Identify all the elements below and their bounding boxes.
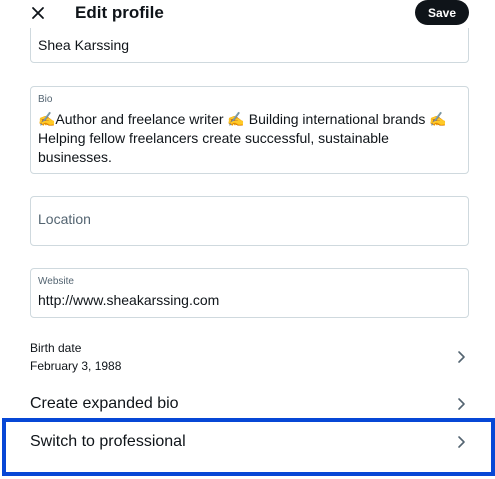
- location-field[interactable]: Location: [30, 196, 469, 246]
- chevron-right-icon: [458, 351, 465, 363]
- birth-date-value: February 3, 1988: [30, 359, 122, 373]
- location-placeholder: Location: [38, 211, 91, 227]
- save-button[interactable]: Save: [415, 0, 469, 25]
- website-label: Website: [38, 276, 74, 287]
- expanded-bio-label: Create expanded bio: [30, 395, 179, 412]
- chevron-right-icon: [458, 398, 465, 410]
- page-title: Edit profile: [75, 3, 164, 22]
- bio-line: Helping fellow freelancers create succes…: [38, 130, 389, 146]
- bio-text: ✍️Author and freelance writer ✍️ Buildin…: [38, 110, 463, 167]
- expanded-bio-row[interactable]: Create expanded bio: [30, 392, 470, 416]
- website-value: http://www.sheakarssing.com: [38, 292, 220, 308]
- bio-field[interactable]: Bio ✍️Author and freelance writer ✍️ Bui…: [30, 86, 469, 174]
- bio-line: businesses.: [38, 149, 112, 165]
- website-field[interactable]: Website http://www.sheakarssing.com: [30, 268, 469, 318]
- name-value: Shea Karssing: [38, 37, 130, 53]
- birth-date-row[interactable]: Birth date February 3, 1988: [30, 340, 470, 376]
- bio-label: Bio: [38, 94, 53, 105]
- birth-date-label: Birth date: [30, 341, 82, 355]
- switch-to-professional-row[interactable]: Switch to professional: [30, 430, 470, 454]
- close-button[interactable]: [24, 0, 52, 26]
- switch-to-professional-label: Switch to professional: [30, 433, 186, 450]
- close-icon: [32, 7, 44, 19]
- chevron-right-icon: [458, 436, 465, 448]
- header-bar: Edit profile Save: [0, 0, 495, 28]
- bio-line: ✍️Author and freelance writer ✍️ Buildin…: [38, 111, 447, 127]
